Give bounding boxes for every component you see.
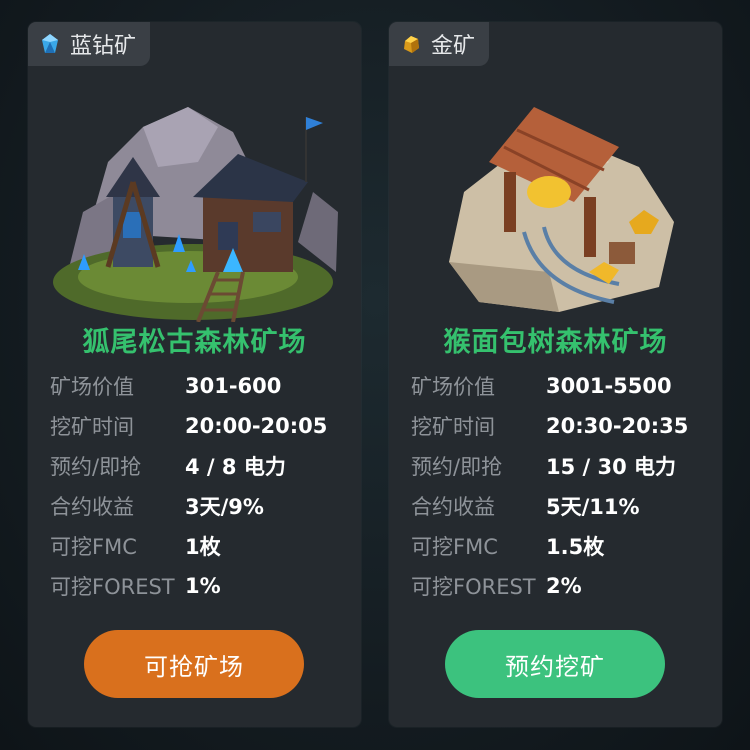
- stat-row-yield: 合约收益 3天/9%: [50, 486, 264, 526]
- stat-label: 可挖FMC: [411, 535, 498, 559]
- stat-row-fmc: 可挖FMC 1枚: [50, 526, 221, 566]
- stat-row-forest: 可挖FOREST 2%: [411, 566, 582, 606]
- stat-label: 预约/即抢: [50, 455, 142, 479]
- stat-label: 挖矿时间: [50, 415, 134, 439]
- stat-row-forest: 可挖FOREST 1%: [50, 566, 221, 606]
- gold-ore-icon: [404, 36, 419, 53]
- stat-row-yield: 合约收益 5天/11%: [411, 486, 640, 526]
- stat-label: 可挖FOREST: [411, 575, 536, 599]
- grab-mine-button[interactable]: 可抢矿场: [84, 630, 304, 698]
- stat-label: 矿场价值: [50, 375, 134, 399]
- gold-mine-illustration: [449, 107, 674, 312]
- stat-label: 合约收益: [411, 495, 495, 519]
- mine-card-gold[interactable]: 金矿 猴面包树森林矿场 矿场价值 3001-5500 挖矿时间 20:30-20…: [389, 22, 722, 727]
- stat-row-value: 矿场价值 301-600: [50, 366, 281, 406]
- stat-label: 预约/即抢: [411, 455, 503, 479]
- stat-value: 1.5枚: [546, 535, 605, 559]
- stat-value: 4 / 8 电力: [185, 455, 286, 479]
- stat-row-fmc: 可挖FMC 1.5枚: [411, 526, 604, 566]
- stat-row-time: 挖矿时间 20:30-20:35: [411, 406, 688, 446]
- stat-value: 20:00-20:05: [185, 414, 328, 438]
- stat-label: 可挖FMC: [50, 535, 137, 559]
- stat-value: 3001-5500: [546, 374, 672, 398]
- stat-value: 20:30-20:35: [546, 414, 689, 438]
- reserve-mining-button[interactable]: 预约挖矿: [445, 630, 665, 698]
- mine-type-tag: 金矿: [389, 22, 490, 66]
- mine-name: 狐尾松古森林矿场: [82, 327, 307, 358]
- blue-diamond-mine-illustration: [53, 107, 338, 322]
- stat-value: 3天/9%: [185, 495, 264, 519]
- mine-type-label: 蓝钻矿: [70, 34, 137, 59]
- stat-value: 301-600: [185, 374, 282, 398]
- stat-row-power: 预约/即抢 15 / 30 电力: [411, 446, 676, 486]
- stat-value: 1%: [185, 574, 221, 598]
- stat-value: 1枚: [185, 535, 221, 559]
- stat-row-power: 预约/即抢 4 / 8 电力: [50, 446, 286, 486]
- stat-label: 合约收益: [50, 495, 134, 519]
- blue-diamond-icon: [42, 34, 58, 53]
- stat-row-time: 挖矿时间 20:00-20:05: [50, 406, 327, 446]
- stat-label: 可挖FOREST: [50, 575, 175, 599]
- mine-name: 猴面包树森林矿场: [443, 327, 668, 358]
- mine-type-tag: 蓝钻矿: [28, 22, 151, 66]
- stat-row-value: 矿场价值 3001-5500: [411, 366, 672, 406]
- stat-value: 15 / 30 电力: [546, 455, 677, 479]
- stat-label: 挖矿时间: [411, 415, 495, 439]
- stat-value: 5天/11%: [546, 495, 640, 519]
- stat-value: 2%: [546, 574, 582, 598]
- mine-type-label: 金矿: [431, 34, 476, 59]
- stat-label: 矿场价值: [411, 375, 495, 399]
- mine-card-blue-diamond[interactable]: 蓝钻矿 狐尾松古森林矿场 矿场价值 301-600 挖矿时间 20:00-20:…: [28, 22, 361, 727]
